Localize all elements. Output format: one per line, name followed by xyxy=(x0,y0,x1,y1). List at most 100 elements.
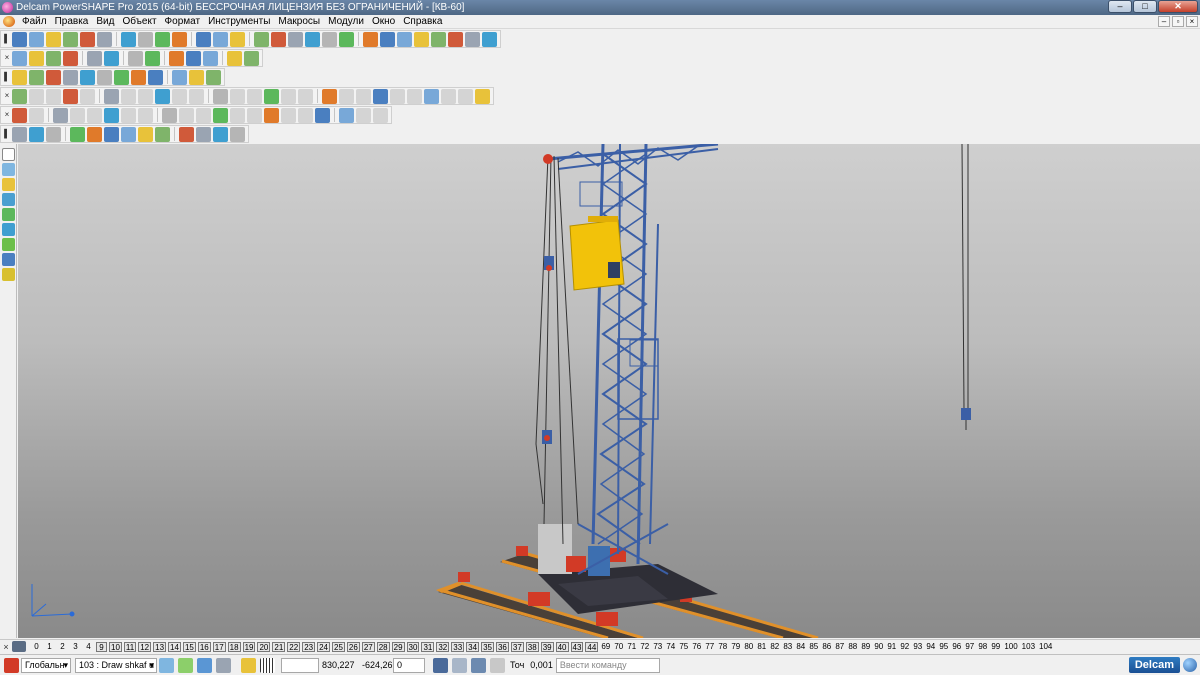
smart-cursor-icon[interactable] xyxy=(178,657,193,673)
level-button[interactable]: 81 xyxy=(756,642,767,652)
level-button[interactable]: 3 xyxy=(70,642,81,652)
toolbar-tool-icon[interactable] xyxy=(138,126,153,142)
menu-file[interactable]: Файл xyxy=(18,15,51,29)
toolbar-close-icon[interactable]: × xyxy=(3,89,11,103)
level-button[interactable]: 88 xyxy=(847,642,858,652)
workplane-icon[interactable] xyxy=(4,657,19,673)
toolbar-tool-icon[interactable] xyxy=(12,107,27,123)
toolbar-tool-icon[interactable] xyxy=(206,69,221,85)
level-button[interactable]: 24 xyxy=(317,641,330,652)
toolbar-tool-icon[interactable] xyxy=(63,88,78,104)
level-button[interactable]: 33 xyxy=(451,641,465,652)
level-button[interactable]: 72 xyxy=(639,642,650,652)
toolbar-tool-icon[interactable] xyxy=(271,31,286,47)
toolbar-tool-icon[interactable] xyxy=(155,88,170,104)
toolbar-tool-icon[interactable] xyxy=(189,88,204,104)
toolbar-tool-icon[interactable] xyxy=(138,107,153,123)
doc-restore-button[interactable]: ▫ xyxy=(1172,16,1184,27)
menu-tools[interactable]: Инструменты xyxy=(204,15,274,29)
toolbar-tool-icon[interactable] xyxy=(230,88,245,104)
toolbar-tool-icon[interactable] xyxy=(131,69,146,85)
level-button[interactable]: 37 xyxy=(510,641,524,652)
toolbar-tool-icon[interactable] xyxy=(264,88,279,104)
toolbar-tool-icon[interactable] xyxy=(482,31,497,47)
level-button[interactable]: 44 xyxy=(585,641,599,652)
toolbar-tool-icon[interactable] xyxy=(53,107,68,123)
level-button[interactable]: 79 xyxy=(730,642,741,652)
toolbar-tool-icon[interactable] xyxy=(114,69,129,85)
selection-filter-icon[interactable] xyxy=(159,657,174,673)
toolbar-tool-icon[interactable] xyxy=(80,31,95,47)
level-button[interactable]: 10 xyxy=(109,641,122,652)
toolbar-tool-icon[interactable] xyxy=(356,107,371,123)
menu-view[interactable]: Вид xyxy=(92,15,118,29)
level-button[interactable]: 21 xyxy=(272,641,286,652)
menu-modules[interactable]: Модули xyxy=(324,15,368,29)
creation-tool-icon[interactable] xyxy=(2,253,15,266)
toolbar-tool-icon[interactable] xyxy=(441,88,456,104)
menu-object[interactable]: Объект xyxy=(118,15,160,29)
toolbar-tool-icon[interactable] xyxy=(104,50,119,66)
toolbar-tool-icon[interactable] xyxy=(80,69,95,85)
level-button[interactable]: 84 xyxy=(795,642,806,652)
level-button[interactable]: 96 xyxy=(951,642,962,652)
toolbar-grip[interactable]: ▌ xyxy=(3,70,11,84)
toolbar-tool-icon[interactable] xyxy=(213,88,228,104)
toolbar-tool-icon[interactable] xyxy=(431,31,446,47)
toolbar-grip[interactable]: ▌ xyxy=(3,127,11,141)
creation-tool-icon[interactable] xyxy=(2,223,15,236)
toolbar-tool-icon[interactable] xyxy=(373,107,388,123)
level-button[interactable]: 82 xyxy=(769,642,780,652)
toolbar-tool-icon[interactable] xyxy=(407,88,422,104)
level-button[interactable]: 99 xyxy=(990,642,1001,652)
level-button[interactable]: 78 xyxy=(717,642,728,652)
toolbar-tool-icon[interactable] xyxy=(196,31,211,47)
toolbar-tool-icon[interactable] xyxy=(46,50,61,66)
toolbar-tool-icon[interactable] xyxy=(424,88,439,104)
level-button[interactable]: 90 xyxy=(873,642,884,652)
grid-snap-icon[interactable] xyxy=(216,657,231,673)
toolbar-tool-icon[interactable] xyxy=(12,31,27,47)
toolbar-tool-icon[interactable] xyxy=(380,31,395,47)
toolbar-tool-icon[interactable] xyxy=(97,69,112,85)
toolbar-tool-icon[interactable] xyxy=(138,88,153,104)
toolbar-tool-icon[interactable] xyxy=(189,69,204,85)
level-button[interactable]: 28 xyxy=(376,641,390,652)
level-button[interactable]: 70 xyxy=(613,642,624,652)
toolbar-tool-icon[interactable] xyxy=(155,31,170,47)
level-button[interactable]: 16 xyxy=(197,641,211,652)
level-button[interactable]: 32 xyxy=(436,641,450,652)
toolbar-tool-icon[interactable] xyxy=(230,126,245,142)
toolbar-tool-icon[interactable] xyxy=(186,50,201,66)
menu-window[interactable]: Окно xyxy=(368,15,399,29)
level-button[interactable]: 77 xyxy=(704,642,715,652)
absolute-coords-icon[interactable] xyxy=(433,657,448,673)
toolbar-tool-icon[interactable] xyxy=(121,126,136,142)
level-button[interactable]: 80 xyxy=(743,642,754,652)
level-button[interactable]: 30 xyxy=(406,641,420,652)
toolbar-tool-icon[interactable] xyxy=(29,31,44,47)
toolbar-close-icon[interactable]: × xyxy=(3,51,11,65)
close-button[interactable]: ✕ xyxy=(1158,0,1198,13)
menu-macros[interactable]: Макросы xyxy=(274,15,324,29)
level-button[interactable]: 71 xyxy=(626,642,637,652)
toolbar-tool-icon[interactable] xyxy=(475,88,490,104)
doc-close-button[interactable]: × xyxy=(1186,16,1198,27)
level-bar-close-icon[interactable]: × xyxy=(0,642,12,652)
toolbar-tool-icon[interactable] xyxy=(390,88,405,104)
level-button[interactable]: 23 xyxy=(302,641,316,652)
level-button[interactable]: 29 xyxy=(391,641,405,652)
level-button[interactable]: 69 xyxy=(600,642,611,652)
level-button[interactable]: 39 xyxy=(540,641,554,652)
toolbar-tool-icon[interactable] xyxy=(213,126,228,142)
level-button[interactable]: 75 xyxy=(678,642,689,652)
doc-minimize-button[interactable]: – xyxy=(1158,16,1170,27)
toolbar-tool-icon[interactable] xyxy=(230,31,245,47)
toolbar-tool-icon[interactable] xyxy=(339,88,354,104)
toolbar-tool-icon[interactable] xyxy=(196,126,211,142)
toolbar-tool-icon[interactable] xyxy=(29,50,44,66)
toolbar-tool-icon[interactable] xyxy=(414,31,429,47)
toolbar-tool-icon[interactable] xyxy=(448,31,463,47)
general-edit-icon[interactable] xyxy=(241,657,256,673)
toolbar-tool-icon[interactable] xyxy=(227,50,242,66)
